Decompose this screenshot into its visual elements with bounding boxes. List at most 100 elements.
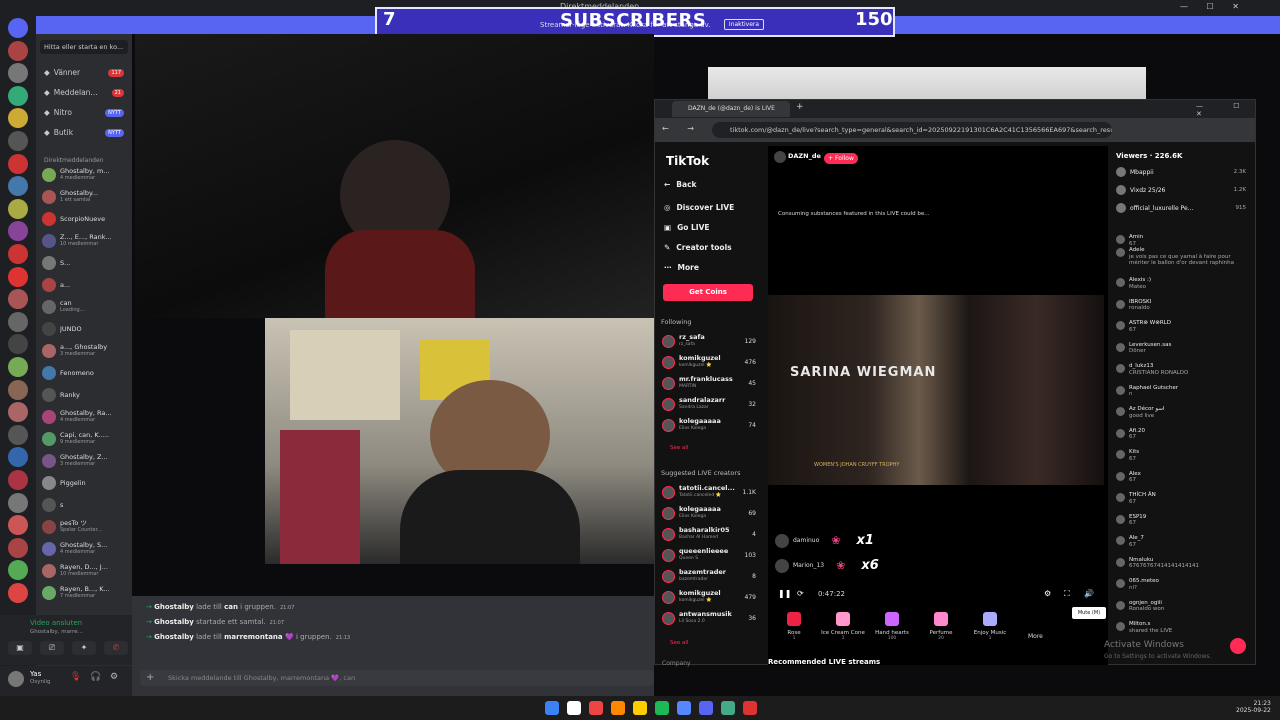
activity-button[interactable]: ✦ <box>72 641 96 655</box>
browser-tab[interactable]: DAZN_de (@dazn_de) is LIVE <box>672 101 790 117</box>
dm-item[interactable]: pesTo ツ Spelar Counter... <box>42 520 128 534</box>
creator-item[interactable]: rz_safa rz_safa 129 <box>662 334 756 348</box>
dm-item[interactable]: ScorpioNueve <box>42 212 128 226</box>
tiktok-logo[interactable]: TikTok <box>666 154 709 168</box>
dm-item[interactable]: a... <box>42 278 128 292</box>
url-input[interactable]: tiktok.com/@dazn_de/live?search_type=gen… <box>712 122 1112 138</box>
dm-item[interactable]: Ghostalby, Ra... 4 medlemmar <box>42 410 128 424</box>
tiktok-nav-item[interactable]: ◎ Discover LIVE <box>664 203 734 212</box>
dm-item[interactable]: JUNDO <box>42 322 128 336</box>
pause-icon[interactable]: ❚❚ <box>778 589 791 598</box>
server-icon[interactable] <box>8 198 28 219</box>
dm-item[interactable]: Ghostalby, m... 4 medlemmar <box>42 168 128 182</box>
tiktok-nav-item[interactable]: ▣ Go LIVE <box>664 223 710 232</box>
nav-item[interactable]: ◆ Meddelan... 21 <box>44 88 124 97</box>
server-icon[interactable] <box>8 379 28 400</box>
taskbar-app-icon[interactable] <box>655 701 669 715</box>
video-tile-3[interactable] <box>708 67 1146 101</box>
taskbar-app-icon[interactable] <box>545 701 559 715</box>
host-avatar[interactable] <box>774 151 786 163</box>
settings-icon[interactable]: ⚙ <box>1044 589 1051 598</box>
window-controls[interactable]: — ☐ ✕ <box>1180 2 1247 11</box>
message-input[interactable]: Skicka meddelande till Ghostalby, marrem… <box>140 670 654 686</box>
nav-item[interactable]: ◆ Nitro NYTT <box>44 108 124 117</box>
server-icon[interactable] <box>8 40 28 61</box>
dm-item[interactable]: Ghostalby... 1 ett samtal <box>42 190 128 204</box>
top-viewer[interactable]: official_luxurelle Pe... 915 <box>1116 203 1246 213</box>
see-all-suggested[interactable]: See all <box>670 640 688 646</box>
taskbar-app-icon[interactable] <box>611 701 625 715</box>
back-button[interactable]: ← Back <box>664 180 697 189</box>
server-icon[interactable] <box>8 85 28 106</box>
screen-share-button[interactable]: ⎚ <box>40 641 64 655</box>
gift-item[interactable]: Rose 1 <box>771 612 817 641</box>
dm-item[interactable]: Piggelin <box>42 476 128 490</box>
creator-item[interactable]: antwansmusik Lil Sosa 2.0 36 <box>662 611 756 625</box>
server-icon[interactable] <box>8 153 28 174</box>
taskbar-app-icon[interactable] <box>677 701 691 715</box>
taskbar-app-icon[interactable] <box>699 701 713 715</box>
company-link[interactable]: Company <box>662 660 691 667</box>
avatar[interactable] <box>8 671 24 687</box>
viewer-count[interactable]: Viewers · 226.6K <box>1116 152 1182 160</box>
top-viewer[interactable]: Mbappii 2.3K <box>1116 167 1246 177</box>
creator-item[interactable]: mr.franklucass MARTIN 45 <box>662 376 756 390</box>
server-icon[interactable] <box>8 537 28 558</box>
server-icon[interactable] <box>8 244 28 264</box>
tiktok-nav-item[interactable]: ⋯ More <box>664 263 699 272</box>
dm-item[interactable]: Z..., E..., Rank... 10 medlemmar <box>42 234 128 248</box>
dm-item[interactable]: can Loading... <box>42 300 128 314</box>
creator-item[interactable]: sandralazarr Sandra Lazar 32 <box>662 397 756 411</box>
gift-item[interactable]: Perfume 20 <box>918 612 964 641</box>
server-icon[interactable] <box>8 18 28 38</box>
dm-item[interactable]: Rayen, B..., K... 7 medlemmar <box>42 586 128 600</box>
server-icon[interactable] <box>8 583 28 603</box>
camera-button[interactable]: ▣ <box>8 641 32 655</box>
nav-item[interactable]: ◆ Vänner 117 <box>44 68 124 77</box>
dm-item[interactable]: Fenomeno <box>42 366 128 380</box>
dm-item[interactable]: a..., Ghostalby 3 medlemmar <box>42 344 128 358</box>
taskbar-app-icon[interactable] <box>567 701 581 715</box>
taskbar-app-icon[interactable] <box>743 701 757 715</box>
deafen-icon[interactable]: 🎧 <box>90 672 101 682</box>
disconnect-button[interactable]: ✆ <box>104 641 128 655</box>
see-all-following[interactable]: See all <box>670 445 688 451</box>
gift-item[interactable]: Ice Cream Cone 1 <box>820 612 866 641</box>
search-input[interactable]: Hitta eller starta en ko... <box>40 40 128 54</box>
tiktok-nav-item[interactable]: ✎ Creator tools <box>664 243 732 252</box>
dm-item[interactable]: Ranky <box>42 388 128 402</box>
server-icon[interactable] <box>8 131 28 151</box>
fullscreen-icon[interactable]: ⛶ <box>1064 589 1070 599</box>
creator-item[interactable]: kolegaaaaa Elias Kolega 69 <box>662 506 756 520</box>
creator-item[interactable]: komikguzel komikguzel ⭐ 476 <box>662 355 756 369</box>
more-gifts-button[interactable]: More <box>1028 633 1043 640</box>
taskbar-app-icon[interactable] <box>589 701 603 715</box>
creator-item[interactable]: tatotii.cancel... Tatotii.canceled ⭐ 1.1K <box>662 485 756 499</box>
server-icon[interactable] <box>8 266 28 287</box>
server-icon[interactable] <box>8 492 28 513</box>
creator-item[interactable]: bazemtrader bazemtrader 8 <box>662 569 756 583</box>
top-viewer[interactable]: Vixdz 25/26 1.2K <box>1116 185 1246 195</box>
server-icon[interactable] <box>8 311 28 332</box>
creator-item[interactable]: komikguzel komikguzel ⭐ 479 <box>662 590 756 604</box>
host-name[interactable]: DAZN_de <box>788 152 821 160</box>
live-stream-video[interactable] <box>768 295 1104 485</box>
server-icon[interactable] <box>8 424 28 445</box>
deactivate-button[interactable]: Inaktivera <box>724 19 764 30</box>
get-coins-button[interactable]: Get Coins <box>663 284 753 301</box>
dm-item[interactable]: Ghostalby, Z... 3 medlemmar <box>42 454 128 468</box>
volume-icon[interactable]: 🔊 <box>1084 589 1094 598</box>
dm-item[interactable]: Rayen, D..., J... 10 medlemmar <box>42 564 128 578</box>
dm-item[interactable]: Capi, can, K..... 9 medlemmar <box>42 432 128 446</box>
mute-mic-icon[interactable]: 🎙 <box>70 672 81 682</box>
creator-item[interactable]: kolegaaaaa Elias Kolega 74 <box>662 418 756 432</box>
creator-item[interactable]: basharalkir05 Bashar Al Hamed 4 <box>662 527 756 541</box>
server-icon[interactable] <box>8 357 28 377</box>
gift-item[interactable]: Enjoy Music 1 <box>967 612 1013 641</box>
nav-item[interactable]: ◆ Butik NYTT <box>44 128 124 137</box>
add-attachment-icon[interactable]: + <box>146 672 154 683</box>
system-clock[interactable]: 21:23 2025-09-22 <box>1236 700 1271 714</box>
browser-window-controls[interactable]: — ☐ ✕ <box>1196 102 1280 118</box>
refresh-icon[interactable]: ⟳ <box>797 589 804 598</box>
gift-item[interactable]: Hand hearts 100 <box>869 612 915 641</box>
